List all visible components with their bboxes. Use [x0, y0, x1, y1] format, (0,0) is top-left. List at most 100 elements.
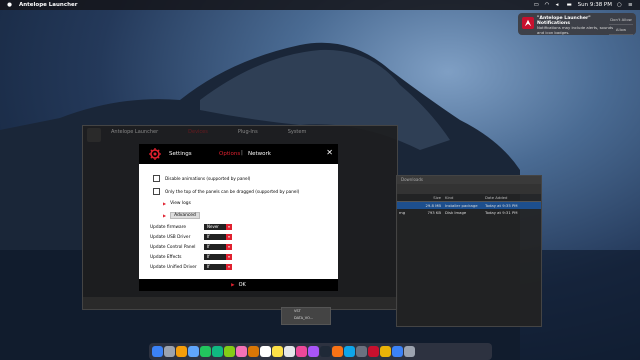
launcher-bottom-bar [83, 297, 397, 309]
notification-center-icon[interactable]: ≡ [628, 2, 634, 8]
music-icon[interactable] [296, 346, 307, 357]
downloads-icon[interactable] [392, 346, 403, 357]
view-logs-label: View logs [170, 201, 191, 206]
finder-toolbar [397, 184, 541, 194]
triangle-right-icon: ▶ [163, 201, 167, 206]
messages-icon[interactable] [212, 346, 223, 357]
menu-bar: ● Antelope Launcher ▭ ◠ ◂ ▬ Sun 9:38 PM … [0, 0, 640, 10]
search-icon[interactable]: ○ [617, 2, 623, 8]
antelope-logo-icon [522, 17, 534, 29]
update-select[interactable]: If newer ▾ [204, 234, 232, 245]
tab-plugins[interactable]: Plug-Ins [238, 129, 258, 135]
calendar-icon[interactable] [260, 346, 271, 357]
launcher-window-title: Antelope Launcher [111, 129, 159, 135]
advanced-expander[interactable]: ▶ Advanced [163, 212, 200, 219]
notification-body: Notifications may include alerts, sounds… [537, 25, 614, 35]
installer-icon[interactable] [380, 346, 391, 357]
menu-clock[interactable]: Sun 9:38 PM [578, 2, 612, 8]
triangle-right-icon: ▶ [231, 282, 235, 288]
dont-allow-button[interactable]: Don't Allow [609, 15, 633, 25]
update-select[interactable]: Never ▾ [204, 224, 232, 230]
view-logs-expander[interactable]: ▶ View logs [163, 201, 191, 206]
column-kind[interactable]: Kind [445, 194, 485, 201]
apple-icon[interactable]: ● [6, 2, 13, 8]
update-firmware-row: Update firmware Never ▾ [150, 224, 232, 230]
update-label: Update USB Driver [150, 234, 191, 240]
reminders-icon[interactable] [284, 346, 295, 357]
contacts-icon[interactable] [248, 346, 259, 357]
drag-top-only-checkbox[interactable]: Only the top of the panels can be dragge… [153, 188, 299, 195]
checkbox-label: Only the top of the panels can be dragge… [165, 189, 300, 194]
allow-button[interactable]: Allow [609, 25, 633, 35]
launchpad-icon[interactable] [164, 346, 175, 357]
drives-list: VST DATA_VO... [281, 307, 331, 325]
tab-options[interactable]: Options [219, 151, 240, 157]
menu-extras: ▭ ◠ ◂ ▬ Sun 9:38 PM ○ ≡ [534, 2, 634, 8]
column-size[interactable]: Size [417, 194, 445, 201]
launcher-logo-icon [87, 128, 101, 142]
file-row[interactable]: mg 793 KB Disk Image Today at 9:31 PM [397, 209, 541, 216]
tab-separator: | [241, 150, 243, 156]
menu-app-name[interactable]: Antelope Launcher [19, 2, 77, 8]
drive-item[interactable]: DATA_VO... [282, 315, 330, 322]
update-label: Update firmware [150, 224, 186, 230]
update-label: Update Unified Driver [150, 264, 197, 270]
advanced-button[interactable]: Advanced [170, 212, 200, 219]
battery-icon[interactable]: ▬ [567, 2, 573, 8]
disable-animations-checkbox[interactable]: Disable animations (supported by panel) [153, 175, 250, 182]
update-label: Update Control Panel [150, 244, 196, 250]
finder-window: Downloads Size Kind Date Added 29.8 MB I… [396, 175, 542, 327]
chevron-down-icon: ▾ [226, 244, 232, 250]
update-select[interactable]: If newer ▾ [204, 264, 232, 275]
system-preferences-icon[interactable] [356, 346, 367, 357]
chevron-down-icon: ▾ [226, 224, 232, 230]
app-store-icon[interactable] [344, 346, 355, 357]
ok-label: OK [238, 282, 246, 288]
dialog-header: Settings Options | Network ✕ [139, 144, 338, 164]
update-usb-driver-row: Update USB Driver If newer ▾ [150, 234, 232, 245]
notes-icon[interactable] [272, 346, 283, 357]
notification-banner[interactable]: "Antelope Launcher" Notifications Notifi… [518, 13, 636, 35]
finder-title: Downloads [397, 176, 541, 184]
update-unified-driver-row: Update Unified Driver If newer ▾ [150, 264, 232, 275]
chevron-down-icon: ▾ [226, 234, 232, 240]
settings-dialog: Settings Options | Network ✕ Disable ani… [139, 144, 338, 291]
trash-icon[interactable] [404, 346, 415, 357]
antelope-launcher-icon[interactable] [368, 346, 379, 357]
tab-system[interactable]: System [288, 129, 307, 135]
safari-icon[interactable] [176, 346, 187, 357]
maps-icon[interactable] [224, 346, 235, 357]
update-select[interactable]: If newer ▾ [204, 254, 232, 265]
finder-icon[interactable] [152, 346, 163, 357]
tv-icon[interactable] [320, 346, 331, 357]
gear-icon [149, 148, 161, 160]
tab-devices[interactable]: Devices [188, 129, 208, 135]
checkbox-label: Disable animations (supported by panel) [165, 176, 251, 181]
update-label: Update Effects [150, 254, 182, 260]
chevron-down-icon: ▾ [226, 264, 232, 270]
chevron-down-icon: ▾ [226, 254, 232, 260]
drive-item[interactable]: VST [282, 308, 330, 315]
dock [149, 343, 492, 360]
tab-network[interactable]: Network [248, 151, 271, 157]
books-icon[interactable] [332, 346, 343, 357]
facetime-icon[interactable] [200, 346, 211, 357]
mail-icon[interactable] [188, 346, 199, 357]
wifi-icon[interactable]: ◠ [545, 2, 551, 8]
close-icon[interactable]: ✕ [326, 149, 333, 157]
photos-icon[interactable] [236, 346, 247, 357]
update-control-panel-row: Update Control Panel If newer ▾ [150, 244, 232, 255]
column-date[interactable]: Date Added [485, 194, 535, 201]
dialog-body: Disable animations (supported by panel) … [139, 164, 338, 279]
podcasts-icon[interactable] [308, 346, 319, 357]
checkbox-box[interactable] [153, 175, 160, 182]
update-select[interactable]: If newer ▾ [204, 244, 232, 255]
triangle-right-icon: ▶ [163, 213, 167, 218]
ok-button[interactable]: ▶ OK [139, 279, 338, 291]
file-row[interactable]: 29.8 MB Installer package Today at 9:35 … [397, 202, 541, 209]
update-effects-row: Update Effects If newer ▾ [150, 254, 232, 265]
finder-header-row: Size Kind Date Added [397, 194, 541, 202]
airplay-icon[interactable]: ▭ [534, 2, 540, 8]
checkbox-box[interactable] [153, 188, 160, 195]
volume-icon[interactable]: ◂ [556, 2, 562, 8]
